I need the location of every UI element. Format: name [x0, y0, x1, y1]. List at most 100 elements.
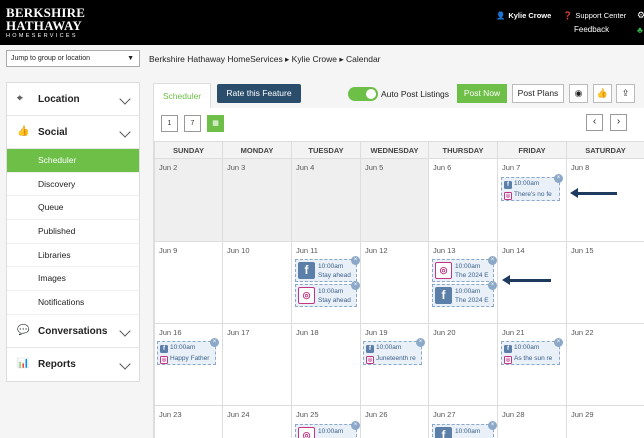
day-number: Jun 13: [433, 246, 456, 255]
instagram-icon: ◎: [298, 427, 315, 438]
thumbs-up-icon: 👍: [17, 126, 30, 137]
calendar-day-cell[interactable]: Jun 12: [361, 242, 429, 324]
sidebar-item-libraries[interactable]: Libraries: [7, 244, 139, 268]
close-icon[interactable]: ×: [554, 174, 563, 183]
calendar-day-cell[interactable]: Jun 18: [292, 324, 361, 406]
conversations-label: Conversations: [38, 325, 108, 337]
post-card-jun27[interactable]: f 10:00am ×: [432, 421, 497, 438]
post-now-button[interactable]: Post Now: [457, 84, 507, 103]
brand-logo[interactable]: BERKSHIRE HATHAWAY HOMESERVICES: [6, 6, 85, 40]
close-icon[interactable]: ×: [351, 281, 360, 290]
calendar-day-cell[interactable]: Jun 23: [154, 406, 223, 438]
sidebar-item-images[interactable]: Images: [7, 267, 139, 292]
support-center-link[interactable]: ❓ Support Center: [563, 11, 626, 20]
post-card-jun11-instagram[interactable]: ◎ 10:00am Stay ahead ×: [295, 281, 360, 307]
thumbs-up-icon: 👍: [596, 88, 609, 98]
calendar-day-cell[interactable]: Jun 15: [567, 242, 644, 324]
top-header: BERKSHIRE HATHAWAY HOMESERVICES 👤 Kylie C…: [0, 0, 644, 45]
calendar-day-cell[interactable]: Jun 29: [567, 406, 644, 438]
post-text: There's no fe: [514, 191, 552, 198]
calendar-day-cell[interactable]: Jun 19: [361, 324, 429, 406]
sidebar-item-conversations[interactable]: 💬 Conversations: [7, 315, 139, 348]
sidebar-item-published[interactable]: Published: [7, 220, 139, 244]
sidebar-item-discovery[interactable]: Discovery: [7, 173, 139, 197]
sub-bar: Jump to group or location ▼ Berkshire Ha…: [0, 45, 644, 73]
close-icon[interactable]: ×: [416, 338, 425, 347]
post-card-jun19[interactable]: f 10:00am ◎ Juneteenth re ×: [363, 338, 425, 365]
auto-post-toggle[interactable]: [348, 87, 378, 101]
rss-button[interactable]: ◉: [569, 84, 588, 103]
close-icon[interactable]: ×: [351, 421, 360, 430]
calendar-day-cell[interactable]: Jun 26: [361, 406, 429, 438]
calendar-day-cell[interactable]: Jun 16: [154, 324, 223, 406]
dow-friday: FRIDAY: [498, 141, 567, 159]
user-menu[interactable]: 👤 Kylie Crowe: [496, 11, 551, 20]
like-button[interactable]: 👍: [593, 84, 612, 103]
post-card-jun21[interactable]: f 10:00am ◎ As the sun re ×: [501, 338, 563, 365]
chart-icon: 📊: [17, 357, 30, 369]
post-text: The 2024 E: [455, 297, 489, 304]
post-card-jun13-facebook[interactable]: f 10:00am The 2024 E ×: [432, 281, 497, 307]
gear-icon[interactable]: ⚙: [637, 10, 644, 21]
rate-feature-button[interactable]: Rate this Feature: [217, 84, 301, 103]
calendar-day-cell[interactable]: Jun 4: [292, 159, 361, 242]
instagram-icon: ◎: [160, 356, 168, 364]
calendar-day-cell[interactable]: Jun 10: [223, 242, 292, 324]
close-icon[interactable]: ×: [488, 421, 497, 430]
jump-to-select[interactable]: Jump to group or location ▼: [6, 50, 140, 67]
sidebar-item-reports[interactable]: 📊 Reports: [7, 348, 139, 381]
annotation-arrow: [502, 275, 551, 285]
month-view-button[interactable]: ▦: [207, 115, 224, 132]
calendar-day-cell[interactable]: Jun 22: [567, 324, 644, 406]
post-card-jun11-facebook[interactable]: f 10:00am Stay ahead ×: [295, 256, 360, 282]
post-card-jun25[interactable]: ◎ 10:00am ×: [295, 421, 360, 438]
prev-month-button[interactable]: ‹: [586, 114, 603, 131]
next-month-button[interactable]: ›: [610, 114, 627, 131]
tab-scheduler[interactable]: Scheduler: [153, 83, 211, 108]
day-number: Jun 9: [159, 246, 178, 255]
calendar-day-cell[interactable]: Jun 9: [154, 242, 223, 324]
day-view-button[interactable]: 1: [161, 115, 178, 132]
calendar-day-cell[interactable]: Jun 17: [223, 324, 292, 406]
calendar-day-cell[interactable]: Jun 5: [361, 159, 429, 242]
close-icon[interactable]: ×: [488, 256, 497, 265]
calendar-day-cell[interactable]: Jun 8: [567, 159, 644, 242]
post-card-jun7[interactable]: f 10:00am ◎ There's no fe ×: [501, 174, 563, 201]
day-number: Jun 22: [571, 328, 594, 337]
post-card-jun16[interactable]: f 10:00am ◎ Happy Father ×: [157, 338, 219, 365]
calendar-day-cell[interactable]: Jun 6: [429, 159, 498, 242]
calendar-day-cell[interactable]: Jun 2: [154, 159, 223, 242]
post-text: Happy Father: [170, 355, 210, 362]
post-card-jun13-instagram[interactable]: ◎ 10:00am The 2024 E ×: [432, 256, 497, 282]
facebook-icon: f: [435, 427, 452, 438]
calendar-day-cell[interactable]: Jun 3: [223, 159, 292, 242]
sidebar-item-social[interactable]: 👍 Social: [7, 116, 139, 149]
close-icon[interactable]: ×: [210, 338, 219, 347]
calendar-day-cell[interactable]: Jun 20: [429, 324, 498, 406]
dow-monday: MONDAY: [223, 141, 292, 159]
instagram-icon: ◎: [298, 287, 315, 304]
tree-icon[interactable]: ♣: [637, 25, 643, 35]
location-pin-icon: ⌖: [17, 93, 23, 104]
close-icon[interactable]: ×: [351, 256, 360, 265]
sidebar-item-queue[interactable]: Queue: [7, 196, 139, 221]
user-name: Kylie Crowe: [508, 11, 552, 20]
sidebar-item-notifications[interactable]: Notifications: [7, 291, 139, 315]
instagram-icon: ◎: [504, 356, 512, 364]
dow-sunday: SUNDAY: [154, 141, 223, 159]
chevron-right-icon: ›: [616, 116, 621, 127]
close-icon[interactable]: ×: [554, 338, 563, 347]
day-number: Jun 20: [433, 328, 456, 337]
calendar-day-cell[interactable]: Jun 21: [498, 324, 567, 406]
post-time: 10:00am: [514, 180, 540, 187]
calendar-day-cell[interactable]: Jun 28: [498, 406, 567, 438]
post-plans-button[interactable]: Post Plans: [512, 84, 564, 103]
post-time: 10:00am: [455, 288, 481, 295]
close-icon[interactable]: ×: [488, 281, 497, 290]
feedback-link[interactable]: Feedback: [574, 25, 609, 34]
sidebar-item-location[interactable]: ⌖ Location: [7, 83, 139, 116]
week-view-button[interactable]: 7: [184, 115, 201, 132]
upload-button[interactable]: ⇪: [616, 84, 635, 103]
sidebar-item-scheduler[interactable]: Scheduler: [7, 149, 139, 173]
calendar-day-cell[interactable]: Jun 24: [223, 406, 292, 438]
